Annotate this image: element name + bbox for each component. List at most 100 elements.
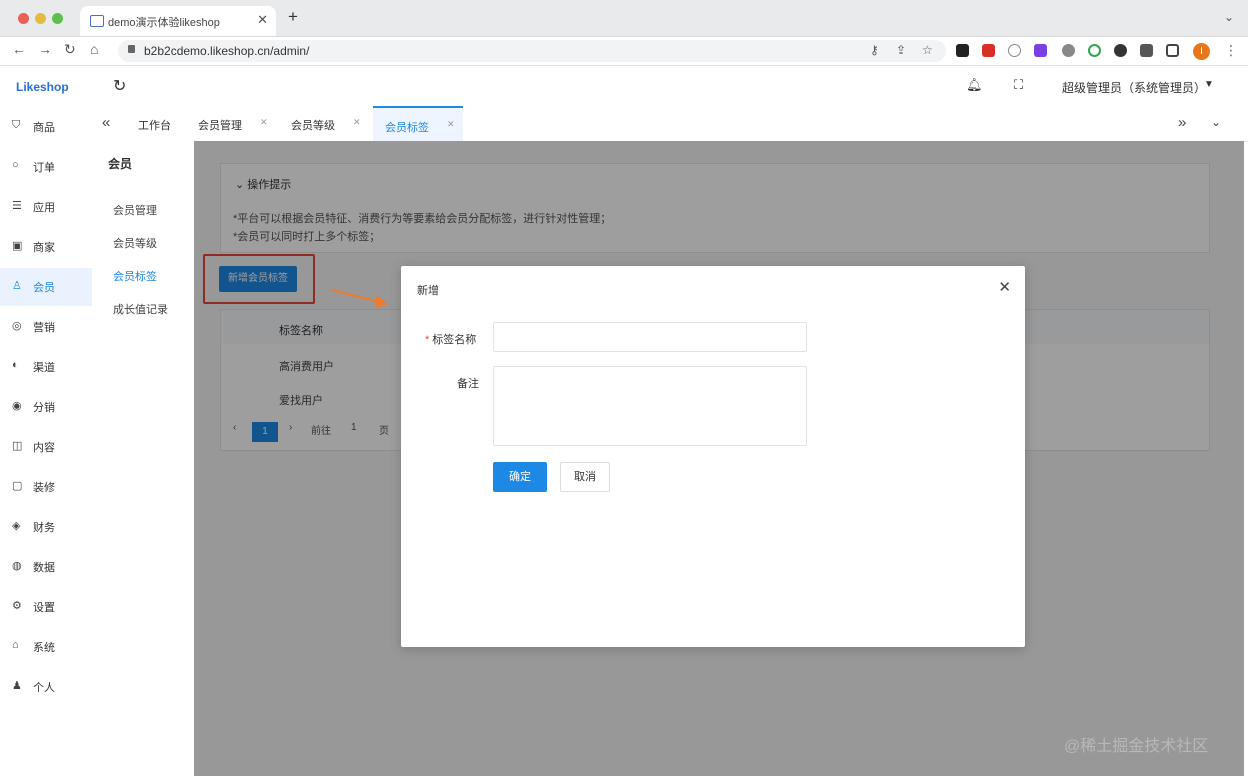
lock-icon (128, 45, 135, 53)
marketing-icon: ◎ (12, 320, 22, 332)
tab-close-icon[interactable]: ✕ (257, 12, 268, 28)
browser-tab[interactable]: demo演示体验likeshop ✕ (80, 6, 276, 36)
sidebar-item-orders[interactable]: ○ 订单 (0, 148, 92, 186)
scroll-tabs-right-icon[interactable]: » (1178, 114, 1186, 131)
dialog-title: 新增 (417, 285, 439, 297)
tab-label: 会员管理 (198, 120, 242, 132)
app-header: Likeshop ↻ 🔔︎ ⛶ 超级管理员（系统管理员） ▼ (0, 66, 1248, 106)
tab-member-tags[interactable]: 会员标签 ✕ (373, 106, 463, 142)
caret-down-icon[interactable]: ▼ (1204, 79, 1214, 90)
sidebar-item-goods[interactable]: ⛉ 商品 (0, 108, 92, 146)
sidepanel-icon[interactable] (1166, 44, 1179, 57)
reload-icon[interactable]: ↻ (64, 41, 76, 58)
sidebar-item-merchants[interactable]: ▣ 商家 (0, 228, 92, 266)
key-icon[interactable]: ⚷ (870, 43, 879, 57)
extension-icon[interactable] (1088, 44, 1101, 57)
tab-close-icon[interactable]: ✕ (447, 119, 455, 130)
sidebar-item-marketing[interactable]: ◎ 营销 (0, 308, 92, 346)
sidebar-item-label: 财务 (33, 522, 55, 534)
tab-list-chevron-icon[interactable]: ⌄ (1224, 10, 1234, 24)
remark-label: 备注 (457, 378, 479, 390)
sidebar-item-channels[interactable]: ◐ 渠道 (0, 348, 92, 386)
sidebar-item-system[interactable]: ⌂ 系统 (0, 628, 92, 666)
sidebar-item-decorate[interactable]: ▢ 装修 (0, 468, 92, 506)
share-icon[interactable]: ⇪ (896, 43, 906, 57)
sidebar-item-label: 营销 (33, 322, 55, 334)
close-window-button[interactable] (18, 13, 29, 24)
extension-icon[interactable] (1114, 44, 1127, 57)
sidebar-item-label: 个人 (33, 682, 55, 694)
browser-tab-strip: demo演示体验likeshop ✕ + ⌄ (0, 0, 1248, 37)
sidebar-item-label: 会员 (33, 282, 55, 294)
fullscreen-icon[interactable]: ⛶ (1014, 77, 1023, 93)
sidebar-item-label: 内容 (33, 442, 55, 454)
puzzle-icon[interactable] (1140, 44, 1153, 57)
decorate-icon: ▢ (12, 480, 23, 492)
sidebar-item-label: 分销 (33, 402, 55, 414)
extension-icon[interactable] (956, 44, 969, 57)
extension-icon[interactable] (982, 44, 995, 57)
bell-icon[interactable]: 🔔︎ (966, 77, 983, 93)
tab-member-level[interactable]: 会员等级 ✕ (291, 106, 361, 140)
back-icon[interactable]: ← (12, 41, 26, 57)
sidebar-item-label: 商家 (33, 242, 55, 254)
bookmark-star-icon[interactable]: ☆ (922, 43, 933, 57)
subnav-item-growth-records[interactable]: 成长值记录 (113, 301, 168, 317)
sidebar-item-label: 设置 (33, 602, 55, 614)
tab-label: 会员标签 (385, 122, 429, 134)
annotation-arrow-icon (331, 289, 388, 308)
extension-icon[interactable] (1062, 44, 1075, 57)
subnav-item-member-tags[interactable]: 会员标签 (113, 268, 157, 284)
sidebar-item-finance[interactable]: ◈ 财务 (0, 508, 92, 546)
logo[interactable]: Likeshop (16, 80, 69, 94)
profile-avatar[interactable]: I (1193, 43, 1210, 60)
distribution-icon: ◉ (12, 400, 22, 412)
sidebar-item-content[interactable]: ◫ 内容 (0, 428, 92, 466)
browser-toolbar: ← → ↻ ⌂ b2b2cdemo.likeshop.cn/admin/ ⚷ ⇪… (0, 37, 1248, 66)
tag-name-label: * 标签名称 (425, 331, 476, 347)
cancel-button[interactable]: 取消 (560, 462, 610, 492)
close-icon[interactable]: ✕ (998, 278, 1011, 296)
forward-icon[interactable]: → (38, 41, 52, 57)
sidebar-item-label: 商品 (33, 122, 55, 134)
subnav-item-member-manage[interactable]: 会员管理 (113, 202, 157, 218)
sidebar-item-settings[interactable]: ⚙ 设置 (0, 588, 92, 626)
tab-close-icon[interactable]: ✕ (353, 117, 361, 128)
sub-navigation: 会员 会员管理 会员等级 会员标签 成长值记录 (92, 141, 194, 776)
tab-workbench[interactable]: 工作台 (138, 106, 180, 140)
maximize-window-button[interactable] (52, 13, 63, 24)
extension-icon[interactable] (1008, 44, 1021, 57)
chevron-down-icon[interactable]: ⌄ (1211, 115, 1221, 129)
tab-member-manage[interactable]: 会员管理 ✕ (198, 106, 268, 140)
subnav-item-member-level[interactable]: 会员等级 (113, 235, 157, 251)
tab-close-icon[interactable]: ✕ (260, 117, 268, 128)
user-menu[interactable]: 超级管理员（系统管理员） (1062, 79, 1206, 96)
collapse-sidebar-icon[interactable]: « (102, 114, 110, 131)
sidebar-item-members[interactable]: ♙ 会员 (0, 268, 92, 306)
tag-name-input[interactable] (493, 322, 807, 352)
address-bar[interactable]: b2b2cdemo.likeshop.cn/admin/ ⚷ ⇪ ☆ (118, 40, 946, 62)
sidebar-item-apps[interactable]: ☰ 应用 (0, 188, 92, 226)
sidebar-item-personal[interactable]: ♟ 个人 (0, 668, 92, 706)
sidebar-item-label: 数据 (33, 562, 55, 574)
sidebar-item-data[interactable]: ◍ 数据 (0, 548, 92, 586)
remark-textarea[interactable] (493, 366, 807, 446)
confirm-button[interactable]: 确定 (493, 462, 547, 492)
tag-name-label-text: 标签名称 (432, 334, 477, 346)
sidebar-item-label: 装修 (33, 482, 55, 494)
browser-tab-title: demo演示体验likeshop (108, 17, 220, 29)
extension-icon[interactable] (1034, 44, 1047, 57)
new-tab-button[interactable]: + (288, 8, 298, 25)
subnav-title: 会员 (108, 157, 133, 171)
settings-icon: ⚙ (12, 600, 22, 612)
sidebar-item-label: 应用 (33, 202, 55, 214)
refresh-icon[interactable]: ↻ (113, 76, 126, 96)
tab-favicon-icon (90, 15, 104, 27)
more-menu-icon[interactable]: ⋮ (1224, 42, 1238, 59)
sidebar-item-label: 订单 (33, 162, 55, 174)
minimize-window-button[interactable] (35, 13, 46, 24)
home-icon[interactable]: ⌂ (90, 41, 98, 57)
sidebar-item-distribution[interactable]: ◉ 分销 (0, 388, 92, 426)
content-icon: ◫ (12, 440, 23, 452)
cart-icon: ⛉ (12, 119, 21, 131)
